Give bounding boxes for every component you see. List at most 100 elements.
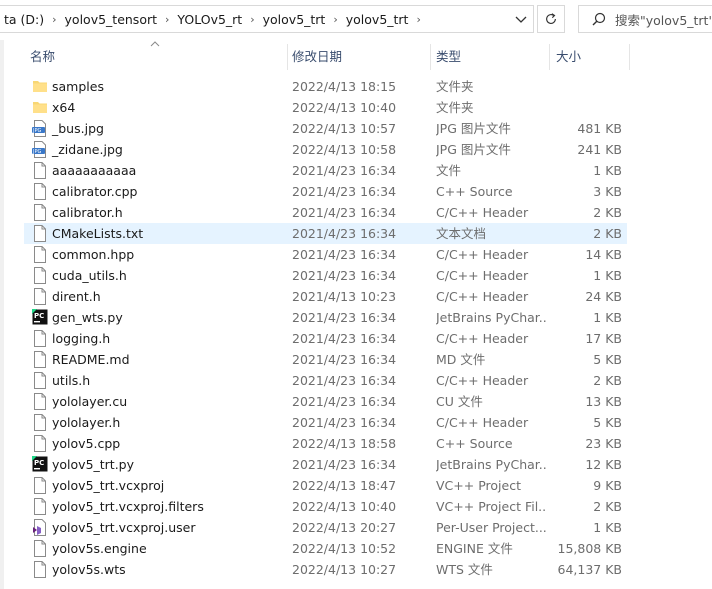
- file-date: 2021/4/23 16:34: [292, 247, 397, 262]
- file-row[interactable]: yolov5s.engine 2022/4/13 10:52 ENGINE 文件 15…: [0, 538, 712, 559]
- file-name: x64: [52, 100, 76, 115]
- file-date: 2022/4/13 10:58: [292, 142, 397, 157]
- file-name: yolov5_trt.vcxproj.user: [52, 520, 196, 535]
- jpg-file-icon: JPG: [32, 141, 48, 158]
- file-name: README.md: [52, 352, 130, 367]
- file-type: 文件夹: [436, 100, 474, 115]
- file-date: 2021/4/23 16:34: [292, 310, 397, 325]
- file-list: samples 2022/4/13 18:15 文件夹 x64 2022/4/13 10…: [0, 76, 712, 580]
- chevron-right-icon[interactable]: ›: [330, 13, 340, 26]
- column-type[interactable]: 类型: [436, 42, 461, 72]
- chevron-right-icon[interactable]: ›: [413, 13, 423, 26]
- file-size: 2 KB: [593, 205, 622, 220]
- file-size: 2 KB: [593, 499, 622, 514]
- column-date[interactable]: 修改日期: [292, 42, 342, 72]
- file-date: 2022/4/13 10:57: [292, 121, 397, 136]
- file-name: gen_wts.py: [52, 310, 123, 325]
- vsuser-file-icon: [32, 519, 48, 536]
- file-name: logging.h: [52, 331, 111, 346]
- file-size: 5 KB: [593, 415, 622, 430]
- file-row[interactable]: yolov5_trt.vcxproj.user 2022/4/13 20:27 Pe…: [0, 517, 712, 538]
- file-file-icon: [32, 246, 48, 263]
- column-divider[interactable]: [629, 44, 630, 70]
- column-divider[interactable]: [549, 44, 550, 70]
- file-row[interactable]: common.hpp 2021/4/23 16:34 C/C++ Header 14 …: [0, 244, 712, 265]
- breadcrumb-yolov5-tensort[interactable]: yolov5_tensort: [60, 12, 162, 27]
- file-row[interactable]: README.md 2021/4/23 16:34 MD 文件 5 KB: [0, 349, 712, 370]
- file-file-icon: [32, 225, 48, 242]
- file-size: 24 KB: [585, 289, 622, 304]
- pycharm-file-icon: PC: [32, 456, 48, 473]
- file-type: JPG 图片文件: [436, 142, 511, 157]
- file-type: WTS 文件: [436, 562, 493, 577]
- file-file-icon: [32, 540, 48, 557]
- file-row[interactable]: yolov5s.wts 2022/4/13 10:27 WTS 文件 64,137 K…: [0, 559, 712, 580]
- column-name[interactable]: 名称: [30, 42, 55, 72]
- file-file-icon: [32, 162, 48, 179]
- file-row[interactable]: yolov5.cpp 2022/4/13 18:58 C++ Source 23 KB: [0, 433, 712, 454]
- file-type: CU 文件: [436, 394, 483, 409]
- file-size: 12 KB: [585, 457, 622, 472]
- file-size: 17 KB: [585, 331, 622, 346]
- file-name: aaaaaaaaaaa: [52, 163, 137, 178]
- search-icon: [592, 12, 606, 26]
- file-size: 64,137 KB: [557, 562, 622, 577]
- breadcrumb-yolov5-trt-current[interactable]: yolov5_trt: [341, 12, 414, 27]
- file-row[interactable]: yolov5_trt.vcxproj 2022/4/13 18:47 VC++ Pr…: [0, 475, 712, 496]
- chevron-right-icon[interactable]: ›: [49, 13, 59, 26]
- column-size[interactable]: 大小: [556, 42, 581, 72]
- file-row[interactable]: logging.h 2021/4/23 16:34 C/C++ Header 17 K…: [0, 328, 712, 349]
- file-name: yololayer.cu: [52, 394, 128, 409]
- breadcrumb-yolov5-rt[interactable]: YOLOv5_rt: [172, 12, 247, 27]
- file-row[interactable]: yololayer.cu 2021/4/23 16:34 CU 文件 13 KB: [0, 391, 712, 412]
- sort-ascending-icon: [150, 41, 160, 47]
- file-size: 241 KB: [577, 142, 622, 157]
- file-row[interactable]: yolov5_trt.vcxproj.filters 2022/4/13 10:4…: [0, 496, 712, 517]
- column-divider[interactable]: [287, 44, 288, 70]
- column-divider[interactable]: [430, 44, 431, 70]
- file-row[interactable]: JPG _zidane.jpg 2022/4/13 10:58 JPG 图片文件 241…: [0, 139, 712, 160]
- file-type: 文件: [436, 163, 462, 178]
- file-row[interactable]: dirent.h 2021/4/13 10:23 C/C++ Header 24 KB: [0, 286, 712, 307]
- search-placeholder[interactable]: 搜索"yolov5_trt": [615, 10, 712, 29]
- file-name: yolov5_trt.vcxproj: [52, 478, 165, 493]
- file-name: calibrator.cpp: [52, 184, 138, 199]
- chevron-right-icon[interactable]: ›: [162, 13, 172, 26]
- chevron-right-icon[interactable]: ›: [247, 13, 257, 26]
- file-row[interactable]: CMakeLists.txt 2021/4/23 16:34 文本文档 2 KB: [0, 223, 712, 244]
- file-date: 2022/4/13 18:58: [292, 436, 397, 451]
- file-size: 15,808 KB: [557, 541, 622, 556]
- file-row[interactable]: calibrator.cpp 2021/4/23 16:34 C++ Source 3…: [0, 181, 712, 202]
- svg-text:JPG: JPG: [32, 149, 41, 155]
- file-file-icon: [32, 393, 48, 410]
- file-row[interactable]: aaaaaaaaaaa 2021/4/23 16:34 文件 1 KB: [0, 160, 712, 181]
- address-bar[interactable]: ta (D:) › yolov5_tensort › YOLOv5_rt › y…: [0, 5, 534, 33]
- breadcrumb-yolov5-trt-parent[interactable]: yolov5_trt: [258, 12, 331, 27]
- search-box[interactable]: 搜索"yolov5_trt": [578, 5, 712, 33]
- file-type: JPG 图片文件: [436, 121, 511, 136]
- file-row[interactable]: utils.h 2021/4/23 16:34 C/C++ Header 2 KB: [0, 370, 712, 391]
- refresh-button[interactable]: [537, 5, 565, 33]
- file-date: 2021/4/23 16:34: [292, 352, 397, 367]
- file-row[interactable]: yololayer.h 2021/4/23 16:34 C/C++ Header 5 …: [0, 412, 712, 433]
- file-date: 2021/4/23 16:34: [292, 415, 397, 430]
- file-size: 481 KB: [577, 121, 622, 136]
- file-row[interactable]: JPG _bus.jpg 2022/4/13 10:57 JPG 图片文件 481 KB: [0, 118, 712, 139]
- svg-text:PC: PC: [34, 312, 44, 320]
- file-type: VC++ Project: [436, 478, 521, 493]
- file-name: yolov5s.engine: [52, 541, 147, 556]
- file-file-icon: [32, 204, 48, 221]
- file-type: C/C++ Header: [436, 415, 529, 430]
- chevron-down-icon[interactable]: [513, 11, 529, 27]
- file-row[interactable]: cuda_utils.h 2021/4/23 16:34 C/C++ Header 1…: [0, 265, 712, 286]
- file-name: dirent.h: [52, 289, 101, 304]
- file-row[interactable]: calibrator.h 2021/4/23 16:34 C/C++ Header 2…: [0, 202, 712, 223]
- file-file-icon: [32, 414, 48, 431]
- file-name: utils.h: [52, 373, 91, 388]
- file-row[interactable]: x64 2022/4/13 10:40 文件夹: [0, 97, 712, 118]
- breadcrumb-drive[interactable]: ta (D:): [0, 12, 49, 27]
- file-type: 文件夹: [436, 79, 474, 94]
- file-row[interactable]: PC gen_wts.py 2021/4/23 16:34 JetBrains PyC…: [0, 307, 712, 328]
- file-row[interactable]: samples 2022/4/13 18:15 文件夹: [0, 76, 712, 97]
- file-row[interactable]: PC yolov5_trt.py 2021/4/23 16:34 JetBrains …: [0, 454, 712, 475]
